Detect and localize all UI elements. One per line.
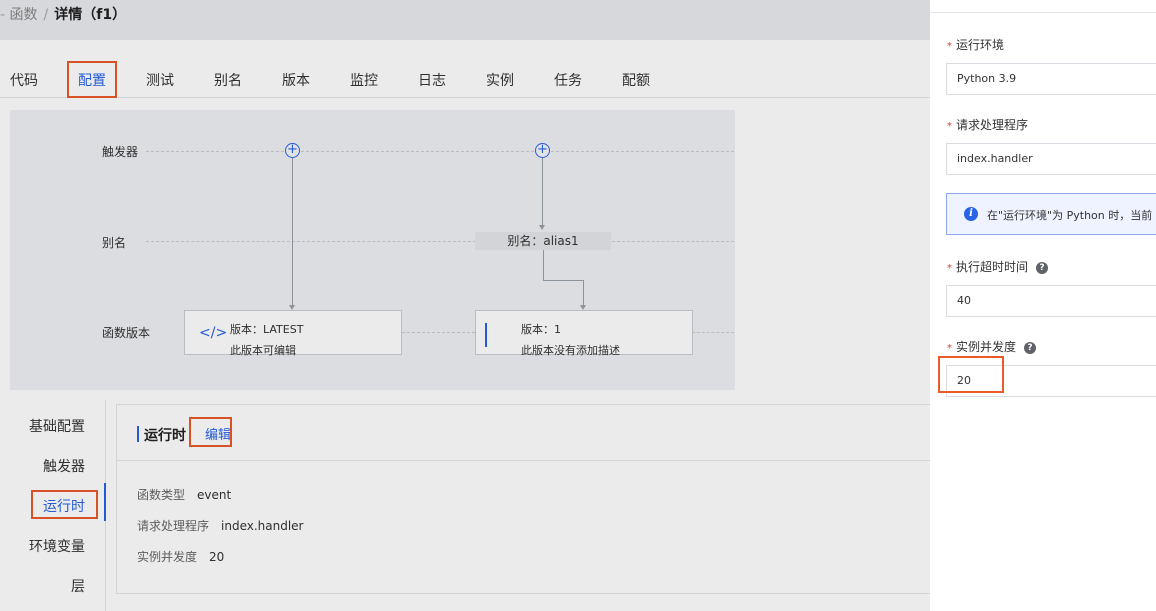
runtime-select[interactable]: Python 3.9 [946,63,1156,95]
handler-input[interactable]: index.handler [946,143,1156,175]
help-icon[interactable]: ? [1024,341,1037,354]
label-text: 实例并发度 [956,340,1017,354]
edit-drawer: * 运行环境 Python 3.9 * 请求处理程序 index.handler i… [930,0,1156,611]
modal-overlay[interactable] [0,0,930,611]
info-icon: i [964,207,978,221]
timeout-label: * 执行超时时间? [947,258,1049,275]
required-mark: * [947,41,952,52]
timeout-input[interactable]: 40 [946,285,1156,317]
info-alert: i 在"运行环境"为 Python 时，当前 [946,193,1156,235]
help-icon[interactable]: ? [1036,261,1049,274]
runtime-label: * 运行环境 [947,36,1004,53]
label-text: 请求处理程序 [956,118,1029,132]
handler-label: * 请求处理程序 [947,116,1028,133]
required-mark: * [947,121,952,132]
drawer-divider [930,12,1156,13]
label-text: 运行环境 [956,38,1005,52]
concurrency-label: * 实例并发度? [947,338,1037,355]
label-text: 执行超时时间 [956,260,1029,274]
required-mark: * [947,343,952,354]
required-mark: * [947,263,952,274]
info-text: 在"运行环境"为 Python 时，当前 [987,209,1153,222]
concurrency-highlight-box [938,356,1004,393]
